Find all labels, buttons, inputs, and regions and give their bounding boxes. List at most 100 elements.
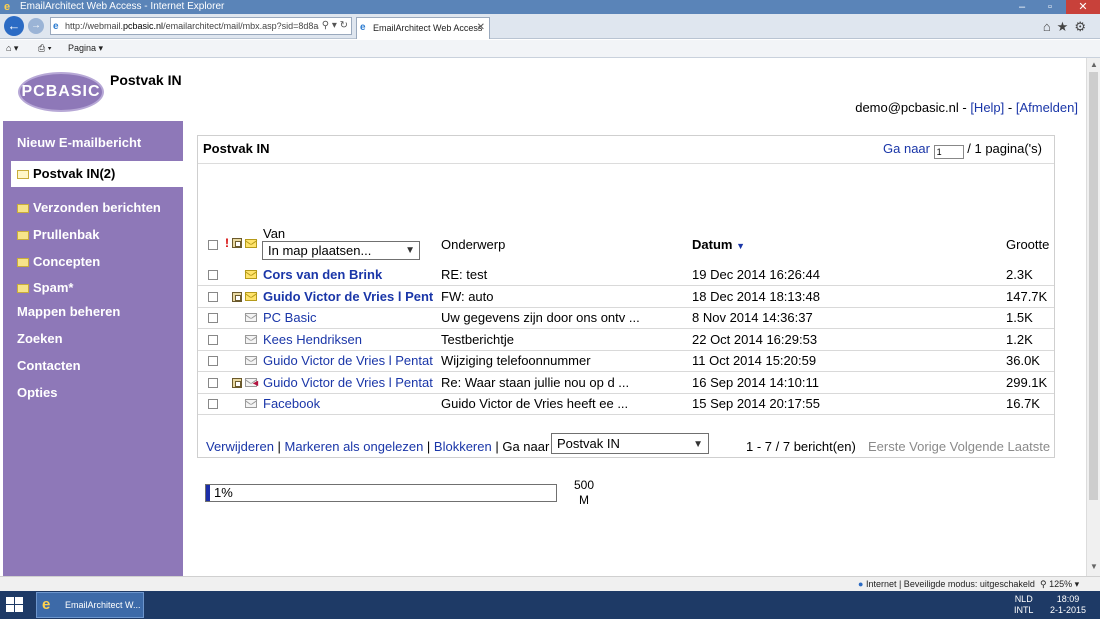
message-row[interactable]: Cors van den Brink RE: test 19 Dec 2014 … bbox=[198, 265, 1054, 286]
message-subject[interactable]: Wijziging telefoonnummer bbox=[441, 353, 591, 368]
message-count: 1 - 7 / 7 bericht(en) bbox=[746, 439, 856, 454]
help-link[interactable]: [Help] bbox=[970, 100, 1004, 115]
taskbar: e EmailArchitect W... NLD INTL 18:09 2-1-2… bbox=[0, 591, 1100, 619]
sidebar-item-search[interactable]: Zoeken bbox=[17, 331, 63, 346]
scroll-up-icon[interactable]: ▲ bbox=[1089, 60, 1099, 70]
sidebar-item-contacts[interactable]: Contacten bbox=[17, 358, 81, 373]
home-icon[interactable]: ⌂ ▾ bbox=[6, 40, 18, 56]
home-favorites-settings-icons[interactable]: ⌂★⚙ bbox=[1043, 19, 1092, 35]
row-checkbox[interactable] bbox=[208, 399, 218, 409]
message-from[interactable]: PC Basic bbox=[263, 310, 433, 325]
column-date-label: Datum bbox=[692, 237, 733, 252]
sidebar-item-drafts[interactable]: Concepten bbox=[17, 254, 100, 269]
url-field[interactable]: e http://webmail.pcbasic.nl/emailarchite… bbox=[50, 17, 352, 35]
delete-link[interactable]: Verwijderen bbox=[206, 439, 274, 454]
read-mail-icon bbox=[245, 335, 257, 344]
goto-folder-select[interactable]: Postvak IN ▼ bbox=[551, 433, 709, 454]
minimize-button[interactable]: – bbox=[1008, 0, 1036, 14]
column-from[interactable]: Van bbox=[263, 226, 285, 241]
column-date[interactable]: Datum ▼ bbox=[692, 237, 745, 252]
message-row[interactable]: PC Basic Uw gegevens zijn door ons ontv … bbox=[198, 308, 1054, 329]
mark-unread-link[interactable]: Markeren als ongelezen bbox=[285, 439, 424, 454]
taskbar-ie-label: EmailArchitect W... bbox=[65, 600, 141, 610]
column-size[interactable]: Grootte bbox=[1006, 237, 1049, 252]
message-from[interactable]: Guido Victor de Vries l Pentateuch bbox=[263, 375, 433, 390]
row-checkbox[interactable] bbox=[208, 356, 218, 366]
scroll-down-icon[interactable]: ▼ bbox=[1089, 562, 1099, 572]
ie-logo-icon: e bbox=[42, 596, 51, 613]
message-from[interactable]: Kees Hendriksen bbox=[263, 332, 433, 347]
row-checkbox[interactable] bbox=[208, 313, 218, 323]
pcbasic-logo[interactable]: PCBASIC bbox=[18, 72, 104, 112]
message-size: 16.7K bbox=[1006, 396, 1040, 411]
logout-link[interactable]: [Afmelden] bbox=[1016, 100, 1078, 115]
row-checkbox[interactable] bbox=[208, 270, 218, 280]
print-icon[interactable]: ⎙ ▾ bbox=[38, 40, 51, 56]
windows-start-icon[interactable] bbox=[6, 597, 24, 613]
message-subject[interactable]: Re: Waar staan jullie nou op d ... bbox=[441, 375, 629, 390]
sidebar-item-inbox[interactable]: Postvak IN(2) bbox=[11, 161, 191, 187]
taskbar-ie-window[interactable]: e EmailArchitect W... bbox=[36, 592, 144, 618]
message-row[interactable]: Guido Victor de Vries l Pentateuch FW: a… bbox=[198, 287, 1054, 308]
clock[interactable]: 18:09 2-1-2015 bbox=[1050, 594, 1086, 616]
row-checkbox[interactable] bbox=[208, 378, 218, 388]
read-mail-icon bbox=[245, 399, 257, 408]
goto-folder-value: Postvak IN bbox=[557, 436, 620, 451]
message-row[interactable]: ◄ Guido Victor de Vries l Pentateuch Re:… bbox=[198, 373, 1054, 394]
message-subject[interactable]: Uw gegevens zijn door ons ontv ... bbox=[441, 310, 640, 325]
column-subject[interactable]: Onderwerp bbox=[441, 237, 505, 252]
sidebar-item-trash[interactable]: Prullenbak bbox=[17, 227, 99, 242]
status-bar: ● Internet | Beveiligde modus: uitgescha… bbox=[0, 576, 1100, 591]
message-subject[interactable]: FW: auto bbox=[441, 289, 494, 304]
row-checkbox[interactable] bbox=[208, 292, 218, 302]
language-indicator[interactable]: NLD INTL bbox=[1014, 594, 1034, 616]
folder-icon bbox=[17, 284, 29, 293]
search-refresh-icons[interactable]: ⚲ ▾ ↻ bbox=[318, 18, 348, 34]
sidebar-item-spam[interactable]: Spam* bbox=[17, 280, 73, 295]
goto-page-label[interactable]: Ga naar bbox=[883, 141, 930, 156]
select-all-checkbox[interactable] bbox=[208, 240, 218, 250]
message-from[interactable]: Guido Victor de Vries l Pentateuch bbox=[263, 289, 433, 304]
folder-icon bbox=[17, 258, 29, 267]
quota-max-value: 500 bbox=[574, 478, 595, 492]
sidebar-item-manage-folders[interactable]: Mappen beheren bbox=[17, 304, 120, 319]
move-to-folder-select[interactable]: In map plaatsen... ▼ bbox=[262, 241, 420, 260]
browser-tab[interactable]: e EmailArchitect Web Access ✕ bbox=[356, 17, 490, 39]
url-path: /emailarchitect/mail/mbx.asp?sid=8d8aa2 bbox=[163, 21, 329, 31]
security-zone: ● Internet | Beveiligde modus: uitgescha… bbox=[858, 577, 1035, 591]
address-bar: ← → e http://webmail.pcbasic.nl/emailarc… bbox=[0, 14, 1100, 39]
page-scrollbar[interactable]: ▲ ▼ bbox=[1086, 58, 1100, 576]
read-mail-icon bbox=[245, 313, 257, 322]
message-from[interactable]: Facebook bbox=[263, 396, 433, 411]
message-row[interactable]: Guido Victor de Vries l Pentateuch Wijzi… bbox=[198, 351, 1054, 372]
message-subject[interactable]: Testberichtje bbox=[441, 332, 514, 347]
page-number-input[interactable]: 1 bbox=[933, 145, 964, 159]
tab-title: EmailArchitect Web Access bbox=[373, 23, 483, 33]
message-from[interactable]: Guido Victor de Vries l Pentateuch bbox=[263, 353, 433, 368]
back-button[interactable]: ← bbox=[4, 16, 24, 36]
tab-close-icon[interactable]: ✕ bbox=[477, 18, 485, 38]
scroll-thumb[interactable] bbox=[1089, 72, 1098, 500]
priority-icon: ! bbox=[225, 236, 229, 250]
message-row[interactable]: Facebook Guido Victor de Vries heeft ee … bbox=[198, 394, 1054, 415]
message-row[interactable]: Kees Hendriksen Testberichtje 22 Oct 201… bbox=[198, 330, 1054, 351]
block-link[interactable]: Blokkeren bbox=[434, 439, 492, 454]
maximize-button[interactable]: ▫ bbox=[1036, 0, 1064, 14]
row-checkbox[interactable] bbox=[208, 335, 218, 345]
attachment-icon bbox=[232, 292, 242, 302]
message-subject[interactable]: Guido Victor de Vries heeft ee ... bbox=[441, 396, 628, 411]
sidebar-item-options[interactable]: Opties bbox=[17, 385, 57, 400]
message-from[interactable]: Cors van den Brink bbox=[263, 267, 433, 282]
sidebar-item-label: Prullenbak bbox=[33, 227, 100, 242]
sidebar-item-sent[interactable]: Verzonden berichten bbox=[17, 200, 161, 215]
close-window-button[interactable]: ✕ bbox=[1066, 0, 1100, 14]
chevron-down-icon: ▼ bbox=[405, 245, 415, 256]
forward-button[interactable]: → bbox=[28, 18, 44, 34]
zoom-control[interactable]: ⚲ 125% ▾ bbox=[1040, 577, 1079, 591]
web-page: PCBASIC Postvak IN demo@pcbasic.nl - [He… bbox=[0, 58, 1086, 576]
message-size: 147.7K bbox=[1006, 289, 1048, 304]
sidebar-item-new-email[interactable]: Nieuw E-mailbericht bbox=[17, 135, 141, 150]
message-subject[interactable]: RE: test bbox=[441, 267, 487, 282]
quota-max: 500 M bbox=[574, 478, 594, 508]
page-menu[interactable]: Pagina ▾ bbox=[68, 40, 103, 56]
